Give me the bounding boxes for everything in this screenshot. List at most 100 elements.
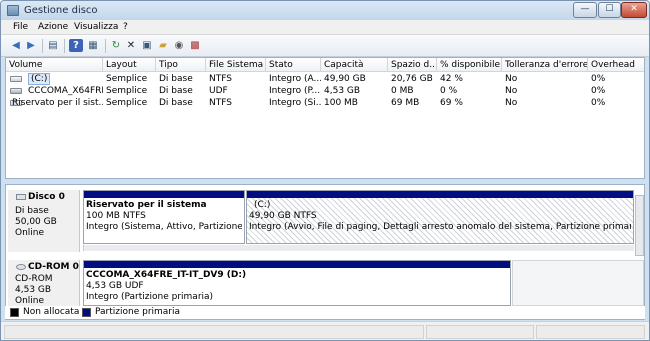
toolbar-separator	[64, 39, 65, 53]
partition-size: 49,90 GB NTFS	[249, 211, 317, 221]
volume-name: CCCOMA_X64FRE...	[28, 86, 103, 96]
partition-title: (C:)	[254, 200, 271, 210]
volume-list: Volume Layout Tipo File Sistema Stato Ca…	[5, 57, 645, 179]
maximize-button[interactable]: ☐	[598, 2, 621, 18]
partition-header-bar	[247, 191, 633, 198]
fault-tolerance-cell: No	[505, 74, 518, 84]
volume-name: (C:)	[28, 73, 51, 85]
partition-cd-rom[interactable]: CCCOMA_X64FRE_IT-IT_DV9 (D:) 4,53 GB UDF…	[83, 260, 511, 306]
table-row[interactable]: CCCOMA_X64FRE... Semplice Di base UDF In…	[6, 85, 644, 97]
disk-name: CD-ROM 0	[28, 262, 79, 272]
partition-header-bar	[84, 191, 244, 198]
status-segment	[426, 325, 534, 339]
toolbar-separator	[42, 39, 43, 53]
status-bar	[1, 321, 649, 340]
fault-tolerance-cell: No	[505, 98, 518, 108]
disk-graph-view: Disco 0 Di base 50,00 GB Online Riservat…	[5, 184, 645, 320]
percent-free-cell: 42 %	[440, 74, 463, 84]
column-header-capacity[interactable]: Capacità	[321, 58, 388, 72]
delete-icon[interactable]: ✕	[124, 39, 138, 52]
cdrom-0-label[interactable]: CD-ROM 0 CD-ROM 4,53 GB Online	[8, 260, 80, 306]
disk-type: CD-ROM	[15, 274, 53, 284]
help-icon[interactable]: ?	[69, 39, 83, 52]
hard-disk-icon	[16, 193, 26, 200]
free-space-cell: 20,76 GB	[391, 74, 433, 84]
disk-size: 50,00 GB	[15, 217, 57, 227]
status-cell: Integro (A...	[269, 74, 321, 84]
filesystem-cell: UDF	[209, 86, 228, 96]
properties-icon[interactable]: ▣	[140, 39, 154, 52]
volume-list-header: Volume Layout Tipo File Sistema Stato Ca…	[6, 58, 644, 72]
capacity-cell: 100 MB	[324, 98, 358, 108]
percent-free-cell: 0 %	[440, 86, 458, 96]
empty-area	[512, 260, 644, 306]
partition-size: 4,53 GB UDF	[86, 281, 144, 291]
disk-0-label[interactable]: Disco 0 Di base 50,00 GB Online	[8, 190, 80, 252]
column-header-free-space[interactable]: Spazio d...	[388, 58, 437, 72]
toolbar-separator	[105, 39, 106, 53]
column-header-fault-tolerance[interactable]: Tolleranza d'errore	[502, 58, 588, 72]
partition-status: Integro (Sistema, Attivo, Partizione pri…	[86, 222, 242, 232]
column-header-layout[interactable]: Layout	[103, 58, 156, 72]
overhead-cell: 0%	[591, 98, 606, 108]
overhead-cell: 0%	[591, 74, 606, 84]
partition-c-drive[interactable]: (C:) 49,90 GB NTFS Integro (Avvio, File …	[246, 190, 634, 244]
details-icon[interactable]: ▩	[188, 39, 202, 52]
disk0-divider	[83, 245, 634, 251]
legend-label-primary: Partizione primaria	[95, 307, 181, 317]
close-button[interactable]: ✕	[621, 2, 647, 18]
disk-status: Online	[15, 228, 45, 238]
back-arrow-icon[interactable]: ◀	[9, 39, 23, 52]
open-folder-icon[interactable]: ▰	[156, 39, 170, 52]
disk-name: Disco 0	[28, 192, 65, 202]
legend-label-unallocated: Non allocata	[23, 307, 80, 317]
title-bar: Gestione disco — ☐ ✕	[1, 1, 649, 20]
percent-free-cell: 69 %	[440, 98, 463, 108]
partition-system-reserved[interactable]: Riservato per il sistema 100 MB NTFS Int…	[83, 190, 245, 244]
partition-title: CCCOMA_X64FRE_IT-IT_DV9 (D:)	[86, 270, 247, 280]
disk-management-window: Gestione disco — ☐ ✕ File Azione Visuali…	[0, 0, 650, 341]
overhead-cell: 0%	[591, 86, 606, 96]
capacity-cell: 4,53 GB	[324, 86, 361, 96]
disk-size: 4,53 GB	[15, 285, 52, 295]
console-tree-icon[interactable]: ▤	[46, 39, 60, 52]
column-header-status[interactable]: Stato	[266, 58, 321, 72]
toolbar: ◀ ▶ ▤ ? ▦ ↻ ✕ ▣ ▰ ◉ ▩	[1, 35, 649, 57]
partition-size: 100 MB NTFS	[86, 211, 146, 221]
type-cell: Di base	[159, 86, 193, 96]
partition-status: Integro (Partizione primaria)	[86, 292, 214, 302]
menu-view[interactable]: Visualizza	[74, 22, 118, 32]
layout-cell: Semplice	[106, 98, 148, 108]
menu-help[interactable]: ?	[123, 22, 128, 32]
column-header-volume[interactable]: Volume	[6, 58, 103, 72]
volume-name: Riservato per il sist...	[12, 98, 103, 108]
cd-drive-icon	[10, 88, 22, 94]
status-cell: Integro (Si...	[269, 98, 321, 108]
free-space-cell: 69 MB	[391, 98, 420, 108]
refresh-icon[interactable]: ↻	[109, 39, 123, 52]
minimize-button[interactable]: —	[573, 2, 597, 18]
legend-swatch-primary	[82, 308, 91, 317]
partition-status: Integro (Avvio, File di paging, Dettagli…	[249, 222, 631, 232]
legend: Non allocata Partizione primaria	[5, 306, 645, 319]
type-cell: Di base	[159, 74, 193, 84]
menu-action[interactable]: Azione	[38, 22, 68, 32]
partition-title: Riservato per il sistema	[86, 200, 207, 210]
rescan-icon[interactable]: ◉	[172, 39, 186, 52]
drive-icon	[10, 76, 22, 82]
column-header-filesystem[interactable]: File Sistema	[206, 58, 266, 72]
menu-bar: File Azione Visualizza ?	[1, 20, 649, 35]
vertical-scrollbar[interactable]	[635, 195, 644, 256]
table-row[interactable]: Riservato per il sist... Semplice Di bas…	[6, 97, 644, 109]
layout-cell: Semplice	[106, 74, 148, 84]
column-header-overhead[interactable]: Overhead	[588, 58, 644, 72]
column-header-type[interactable]: Tipo	[156, 58, 206, 72]
capacity-cell: 49,90 GB	[324, 74, 366, 84]
disk-management-app-icon	[7, 5, 19, 16]
forward-arrow-icon[interactable]: ▶	[24, 39, 38, 52]
properties-list-icon[interactable]: ▦	[86, 39, 100, 52]
menu-file[interactable]: File	[13, 22, 28, 32]
disk-type: Di base	[15, 206, 49, 216]
table-row[interactable]: (C:) Semplice Di base NTFS Integro (A...…	[6, 73, 644, 85]
column-header-percent-free[interactable]: % disponibile	[437, 58, 502, 72]
